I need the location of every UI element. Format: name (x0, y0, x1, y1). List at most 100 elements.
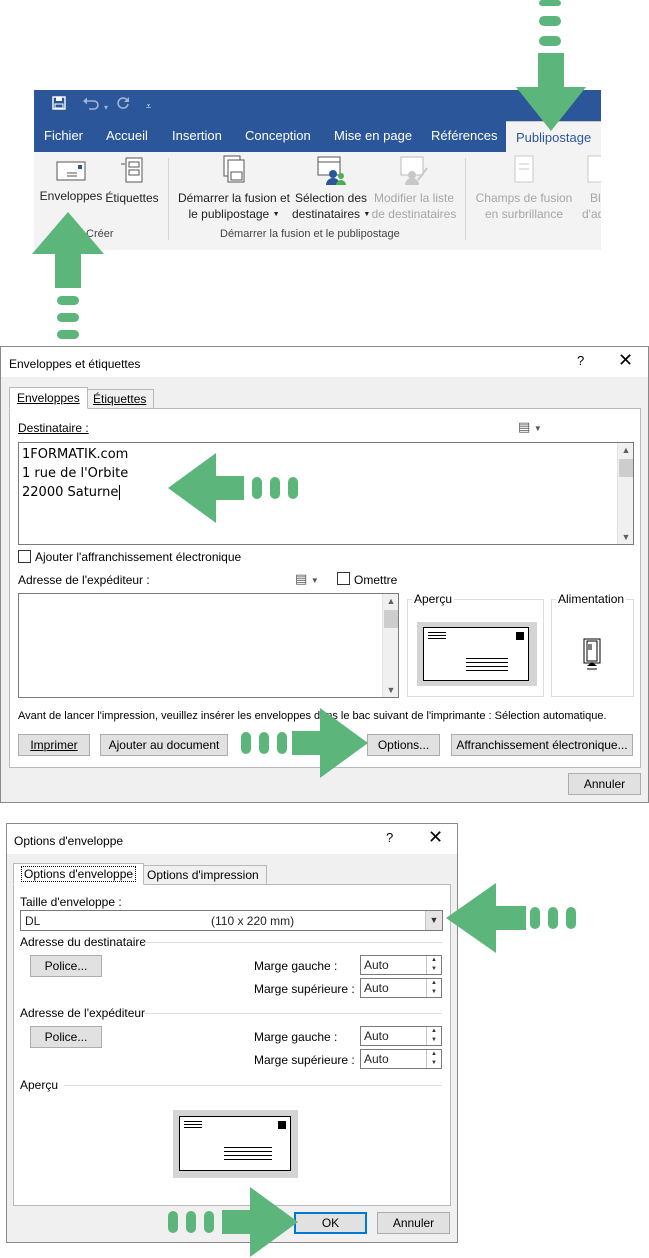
tab-etiquettes[interactable]: Étiquettes (85, 389, 155, 409)
imprimer-button[interactable]: Imprimer (18, 734, 90, 756)
demarrer-fusion-button[interactable]: Démarrer la fusion et le publipostage ▼ (176, 154, 292, 223)
tab-enveloppes-label: Enveloppes (17, 391, 80, 405)
chevron-down-icon[interactable]: ▼ (425, 911, 442, 930)
marge-superieure-label: Marge supérieure : (254, 982, 355, 996)
help-button[interactable]: ? (386, 830, 393, 845)
close-button[interactable]: ✕ (618, 351, 633, 369)
police-exp-button[interactable]: Police... (30, 1026, 102, 1048)
bloc-label-1: Blo (590, 191, 601, 205)
sender-scrollbar[interactable]: ▲ ▼ (382, 594, 398, 697)
apercu-label: Aperçu (20, 1078, 59, 1092)
affranchissement-checkbox[interactable] (18, 550, 31, 563)
spin-down-icon[interactable]: ▼ (427, 1036, 441, 1045)
recipient-address-textarea[interactable]: 1FORMATIK.com 1 rue de l'Orbite 22000 Sa… (18, 442, 634, 545)
modifier-liste-button[interactable]: Modifier la liste de destinataires (370, 154, 458, 222)
tab-accueil[interactable]: Accueil (106, 120, 148, 152)
taille-enveloppe-select[interactable]: DL (110 x 220 mm) ▼ (20, 910, 443, 931)
recipient-scrollbar[interactable]: ▲ ▼ (617, 443, 633, 544)
tab-mise-en-page[interactable]: Mise en page (334, 120, 412, 152)
start-merge-icon (223, 155, 245, 183)
options-panel: Taille d'enveloppe : DL (110 x 220 mm) ▼… (13, 884, 451, 1206)
scroll-down-icon[interactable]: ▼ (618, 532, 634, 542)
envelope-preview (179, 1116, 291, 1171)
feed-icon[interactable] (581, 638, 603, 672)
tab-references[interactable]: Références (431, 120, 497, 152)
arrow-dash (259, 732, 269, 754)
scroll-thumb[interactable] (384, 610, 398, 628)
tab-fichier[interactable]: Fichier (44, 120, 83, 152)
undo-icon[interactable] (82, 96, 100, 110)
enveloppes-button[interactable]: Enveloppes (38, 156, 104, 204)
champs-fusion-button[interactable]: Champs de fusion en surbrillance (472, 154, 576, 222)
ok-button[interactable]: OK (294, 1212, 367, 1234)
scroll-down-icon[interactable]: ▼ (383, 685, 399, 695)
spin-up-icon[interactable]: ▲ (427, 956, 441, 965)
tab-options-impression[interactable]: Options d'impression (139, 865, 267, 885)
omettre-checkbox[interactable] (337, 572, 350, 585)
address-line: 1FORMATIK.com (22, 447, 129, 462)
spin-value: Auto (364, 958, 389, 972)
tab-etiquettes-label: Étiquettes (93, 392, 147, 406)
annuler-button[interactable]: Annuler (377, 1212, 450, 1234)
etiquettes-button[interactable]: Étiquettes (104, 156, 160, 206)
police-dest-button[interactable]: Police... (30, 955, 102, 977)
alimentation-group: Alimentation (551, 592, 634, 697)
apercu-preview[interactable] (173, 1110, 298, 1178)
scroll-thumb[interactable] (619, 459, 633, 477)
spin-up-icon[interactable]: ▲ (427, 1027, 441, 1036)
annuler-button[interactable]: Annuler (568, 773, 641, 795)
green-arrow-right-icon (292, 708, 368, 778)
help-button[interactable]: ? (577, 353, 584, 368)
dest-marge-superieure-input[interactable]: Auto ▲ ▼ (360, 978, 442, 998)
apercu-preview[interactable] (417, 622, 537, 686)
modifier-label-2: de destinataires (371, 207, 457, 221)
spin-down-icon[interactable]: ▼ (427, 965, 441, 974)
champs-label-1: Champs de fusion (475, 191, 573, 205)
customize-toolbar-icon[interactable]: ⩡ (146, 98, 151, 114)
divider (144, 1013, 442, 1014)
caret-down-icon: ▼ (272, 210, 280, 218)
dest-marge-gauche-input[interactable]: Auto ▲ ▼ (360, 955, 442, 975)
divider (144, 942, 442, 943)
affranchissement-label: Ajouter l'affranchissement électronique (35, 550, 242, 564)
tab-options-enveloppe[interactable]: Options d'enveloppe (13, 863, 145, 885)
ajouter-document-button[interactable]: Ajouter au document (100, 734, 228, 756)
spin-down-icon[interactable]: ▼ (427, 1059, 441, 1068)
demarrer-label-2: le publipostage (188, 207, 270, 221)
tab-conception[interactable]: Conception (245, 120, 311, 152)
arrow-dash (566, 907, 576, 929)
address-book-icon[interactable]: ▤ ▼ (518, 419, 542, 435)
spin-up-icon[interactable]: ▲ (427, 1050, 441, 1059)
sender-address-textarea[interactable]: ▲ ▼ (18, 593, 399, 698)
close-button[interactable]: ✕ (428, 828, 443, 846)
options-label: Options... (377, 738, 430, 752)
exp-marge-gauche-input[interactable]: Auto ▲ ▼ (360, 1026, 442, 1046)
affranchissement-button[interactable]: Affranchissement électronique... (451, 734, 633, 756)
spin-value: Auto (364, 1029, 389, 1043)
green-arrow-up-icon (32, 212, 104, 288)
police-label: Police... (44, 959, 88, 973)
undo-dropdown-icon[interactable]: ▾ (104, 100, 108, 116)
arrow-dash (539, 0, 561, 6)
options-button[interactable]: Options... (367, 734, 440, 756)
group-demarrer-label: Démarrer la fusion et le publipostage (220, 228, 400, 240)
taille-dims: (110 x 220 mm) (211, 914, 295, 928)
tab-insertion[interactable]: Insertion (172, 120, 222, 152)
tab-enveloppes[interactable]: Enveloppes (9, 387, 88, 409)
scroll-up-icon[interactable]: ▲ (618, 445, 634, 455)
redo-icon[interactable] (116, 96, 130, 110)
selection-label-1: Sélection des (294, 191, 368, 205)
marge-superieure-label: Marge supérieure : (254, 1053, 355, 1067)
edit-recipients-icon (400, 156, 428, 185)
spin-up-icon[interactable]: ▲ (427, 979, 441, 988)
scroll-up-icon[interactable]: ▲ (383, 596, 399, 606)
selection-label-2: destinataires (292, 207, 361, 221)
marge-gauche-label: Marge gauche : (254, 1030, 338, 1044)
highlight-fields-icon (514, 155, 534, 183)
exp-marge-superieure-input[interactable]: Auto ▲ ▼ (360, 1049, 442, 1069)
spin-down-icon[interactable]: ▼ (427, 988, 441, 997)
save-icon[interactable] (52, 96, 66, 110)
address-book-icon[interactable]: ▤ ▼ (295, 571, 319, 587)
selection-destinataires-button[interactable]: Sélection des destinataires ▼ (292, 154, 370, 223)
bloc-adresse-button[interactable]: Blo d'adr (580, 154, 601, 222)
